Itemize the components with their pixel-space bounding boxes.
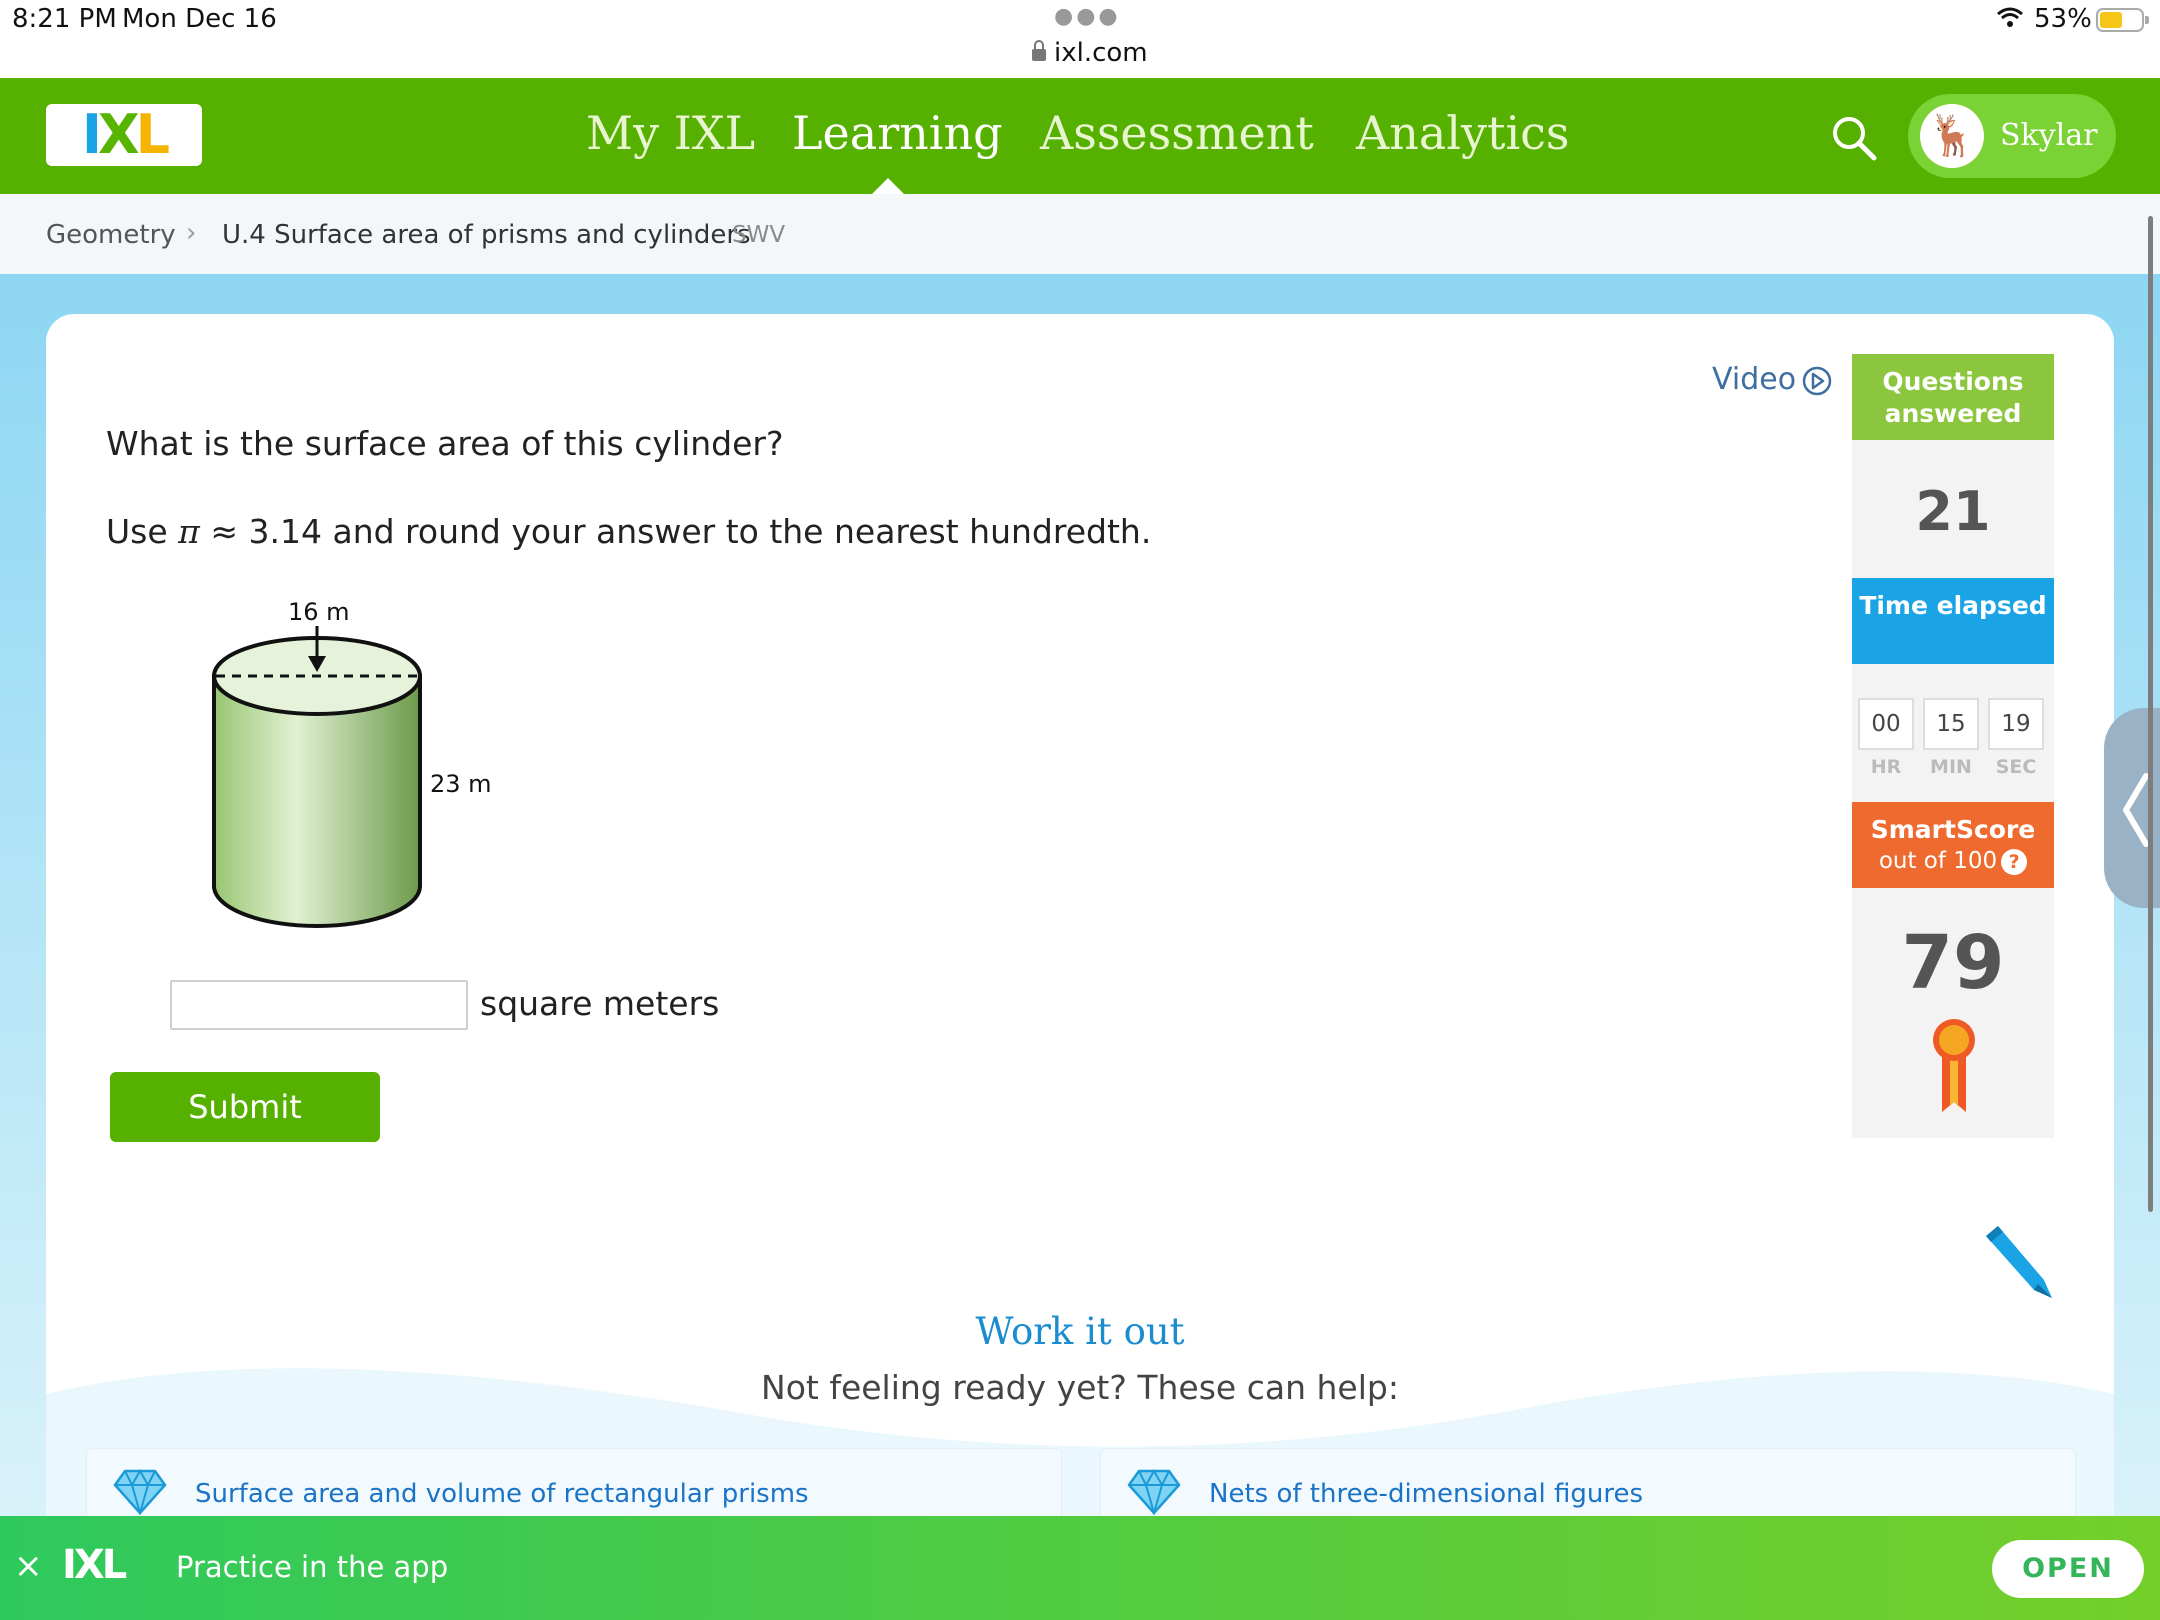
work-it-out-subtitle: Not feeling ready yet? These can help: <box>761 1368 1399 1407</box>
user-menu[interactable]: 🦌 Skylar <box>1908 94 2116 178</box>
ixl-logo[interactable]: IXL <box>46 104 202 166</box>
url-text: ixl.com <box>1054 38 1148 68</box>
pi-symbol: π <box>178 512 200 551</box>
time-elapsed-label: Time elapsed <box>1852 578 2054 664</box>
wifi-icon <box>1997 7 2023 27</box>
smartscore-sub-text: out of 100 <box>1878 848 1998 874</box>
banner-text: Practice in the app <box>176 1550 449 1584</box>
nav-analytics[interactable]: Analytics <box>1356 106 1570 160</box>
smartscore-sub: out of 100? <box>1852 846 2054 876</box>
nav-my-ixl[interactable]: My IXL <box>586 106 755 160</box>
breadcrumb: Geometry › U.4 Surface area of prisms an… <box>0 194 2160 274</box>
top-navigation: IXL My IXL Learning Assessment Analytics… <box>0 78 2160 194</box>
video-link[interactable]: Video <box>1712 362 1796 397</box>
battery-percent: 53% <box>2034 4 2092 34</box>
smartscore-header: SmartScore out of 100? <box>1852 802 2054 888</box>
lock-icon <box>1032 40 1046 61</box>
app-promo-banner: × IXL Practice in the app OPEN <box>0 1516 2160 1620</box>
submit-button[interactable]: Submit <box>110 1072 380 1142</box>
help-icon[interactable]: ? <box>2001 849 2028 875</box>
questions-answered-value: 21 <box>1915 480 1991 543</box>
instruction-post: ≈ 3.14 and round your answer to the near… <box>210 512 1152 551</box>
breadcrumb-skill: U.4 Surface area of prisms and cylinders <box>222 220 751 250</box>
smartscore-value: 79 <box>1901 920 2005 1006</box>
open-app-button[interactable]: OPEN <box>1992 1540 2144 1598</box>
close-icon[interactable]: × <box>14 1546 43 1586</box>
nav-assessment[interactable]: Assessment <box>1040 106 1314 160</box>
questions-answered-label: Questions answered <box>1852 354 2054 440</box>
instruction-pre: Use <box>106 512 168 551</box>
timer-hours: 00 <box>1858 698 1914 750</box>
smartscore-label: SmartScore <box>1870 815 2036 844</box>
search-icon[interactable] <box>1830 114 1878 162</box>
work-it-out-title: Work it out <box>975 1310 1185 1353</box>
status-date: Mon Dec 16 <box>122 4 277 34</box>
help-skill-link[interactable]: Surface area and volume of rectangular p… <box>195 1479 809 1509</box>
diamond-icon <box>1127 1469 1181 1515</box>
question-instruction: Use π ≈ 3.14 and round your answer to th… <box>106 512 1151 551</box>
play-circle-icon[interactable] <box>1802 366 1832 396</box>
height-label: 23 m <box>430 770 492 798</box>
status-time: 8:21 PM <box>12 4 117 34</box>
timer-hours-label: HR <box>1870 756 1902 778</box>
user-name: Skylar <box>2000 118 2098 153</box>
skill-code: SWV <box>732 222 786 248</box>
scrollbar[interactable] <box>2148 216 2153 1212</box>
award-ribbon-icon <box>1933 1019 1975 1112</box>
help-skill-link[interactable]: Nets of three-dimensional figures <box>1209 1479 1643 1509</box>
diameter-label: 16 m <box>288 598 350 626</box>
answer-input[interactable] <box>170 980 468 1030</box>
address-bar[interactable]: ixl.com <box>1032 38 1148 68</box>
chevron-right-icon: › <box>186 218 197 248</box>
deer-avatar-icon: 🦌 <box>1920 104 1984 168</box>
answer-unit: square meters <box>480 984 720 1023</box>
ixl-banner-logo: IXL <box>62 1542 127 1588</box>
timer-seconds: 19 <box>1988 698 2044 750</box>
nav-learning[interactable]: Learning <box>792 106 1003 160</box>
diamond-icon <box>113 1469 167 1515</box>
timer-minutes: 15 <box>1923 698 1979 750</box>
pencil-icon[interactable] <box>1976 1222 2056 1302</box>
breadcrumb-subject[interactable]: Geometry <box>46 220 176 250</box>
active-nav-indicator <box>872 178 904 194</box>
question-prompt: What is the surface area of this cylinde… <box>106 424 784 463</box>
more-dots-icon[interactable]: ●●● <box>1054 4 1121 29</box>
timer-minutes-label: MIN <box>1930 756 1972 778</box>
status-bar: 8:21 PM Mon Dec 16 ●●● ixl.com 53% <box>0 0 2160 78</box>
battery-icon <box>2096 8 2149 32</box>
stats-sidebar: Questions answered 21 Time elapsed 00 15… <box>1852 354 2054 1138</box>
timer-seconds-label: SEC <box>1995 756 2037 778</box>
practice-card <box>46 314 2114 1620</box>
